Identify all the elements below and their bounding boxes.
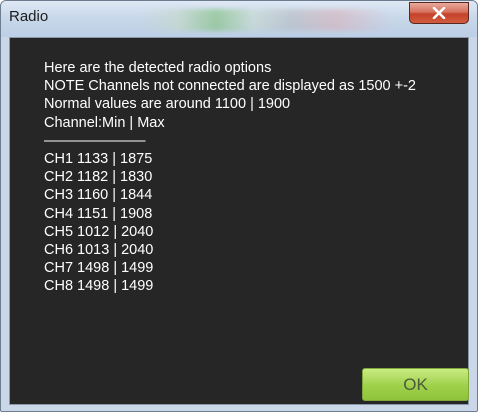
channel-line: CH1 1133 | 1875 (44, 151, 153, 168)
channel-line: CH4 1151 | 1908 (44, 205, 153, 222)
message-line: Normal values are around 1100 | 1900 (44, 96, 291, 113)
channel-line: CH2 1182 | 1830 (44, 169, 153, 186)
channel-line: CH3 1160 | 1844 (44, 187, 153, 204)
message-line: NOTE Channels not connected are displaye… (44, 78, 416, 95)
separator-line: ——————— (44, 132, 146, 149)
radio-options-message: Here are the detected radio options NOTE… (44, 59, 416, 296)
channel-line: CH5 1012 | 2040 (44, 223, 154, 240)
ok-button[interactable]: OK (362, 368, 469, 401)
channel-line: CH8 1498 | 1499 (44, 278, 154, 295)
title-bar-background-glare (141, 9, 391, 31)
close-button[interactable] (409, 2, 469, 24)
dialog-content-panel: Here are the detected radio options NOTE… (9, 37, 469, 405)
title-bar[interactable]: Radio (1, 1, 477, 37)
message-line: Here are the detected radio options (44, 60, 272, 76)
message-line: Channel:Min | Max (44, 114, 165, 131)
close-icon (432, 7, 446, 19)
window-title: Radio (9, 8, 49, 25)
channel-line: CH7 1498 | 1499 (44, 260, 154, 277)
channel-line: CH6 1013 | 2040 (44, 242, 154, 259)
radio-dialog-window: Radio Here are the detected radio option… (0, 0, 478, 412)
